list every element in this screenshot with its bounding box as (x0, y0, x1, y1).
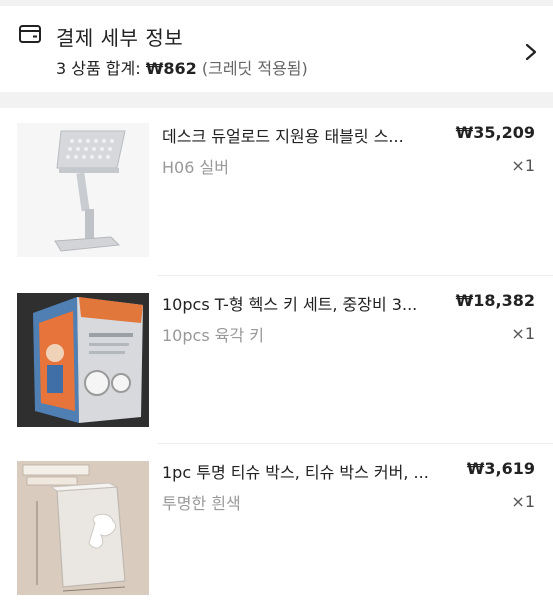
item-quantity: ×1 (511, 324, 535, 343)
item-name[interactable]: 10pcs T-형 헥스 키 세트, 중장비 3... (162, 291, 417, 315)
item-variant: 투명한 흰색 (162, 494, 241, 513)
item-count-label: 3 상품 합계: (56, 59, 141, 78)
item-variant: H06 실버 (162, 158, 229, 177)
item-quantity: ×1 (511, 492, 535, 511)
section-divider (0, 92, 553, 108)
item-price: ₩18,382 (455, 291, 535, 310)
item-quantity: ×1 (511, 156, 535, 175)
chevron-right-icon[interactable] (524, 42, 538, 62)
item-variant: 10pcs 육각 키 (162, 326, 264, 345)
payment-details-summary[interactable]: 결제 세부 정보 3 상품 합계: ₩862 (크레딧 적용됨) (0, 6, 553, 92)
item-price: ₩35,209 (455, 123, 535, 142)
product-image (17, 461, 149, 595)
card-icon (19, 25, 41, 43)
order-item[interactable]: 데스크 듀얼로드 지원용 태블릿 스... ₩35,209 H06 실버 ×1 (0, 108, 553, 276)
order-item[interactable]: 1pc 투명 티슈 박스, 티슈 박스 커버, ... ₩3,619 투명한 흰… (0, 444, 553, 610)
item-price: ₩3,619 (466, 459, 535, 478)
product-image (17, 293, 149, 427)
summary-total-line: 3 상품 합계: ₩862 (크레딧 적용됨) (56, 55, 308, 79)
credit-note: (크레딧 적용됨) (201, 59, 308, 78)
total-amount: ₩862 (145, 59, 197, 78)
item-name[interactable]: 데스크 듀얼로드 지원용 태블릿 스... (162, 123, 404, 147)
item-name[interactable]: 1pc 투명 티슈 박스, 티슈 박스 커버, ... (162, 459, 429, 483)
order-item[interactable]: 10pcs T-형 헥스 키 세트, 중장비 3... ₩18,382 10pc… (0, 276, 553, 444)
summary-title: 결제 세부 정보 (56, 26, 184, 50)
product-image (17, 123, 149, 257)
